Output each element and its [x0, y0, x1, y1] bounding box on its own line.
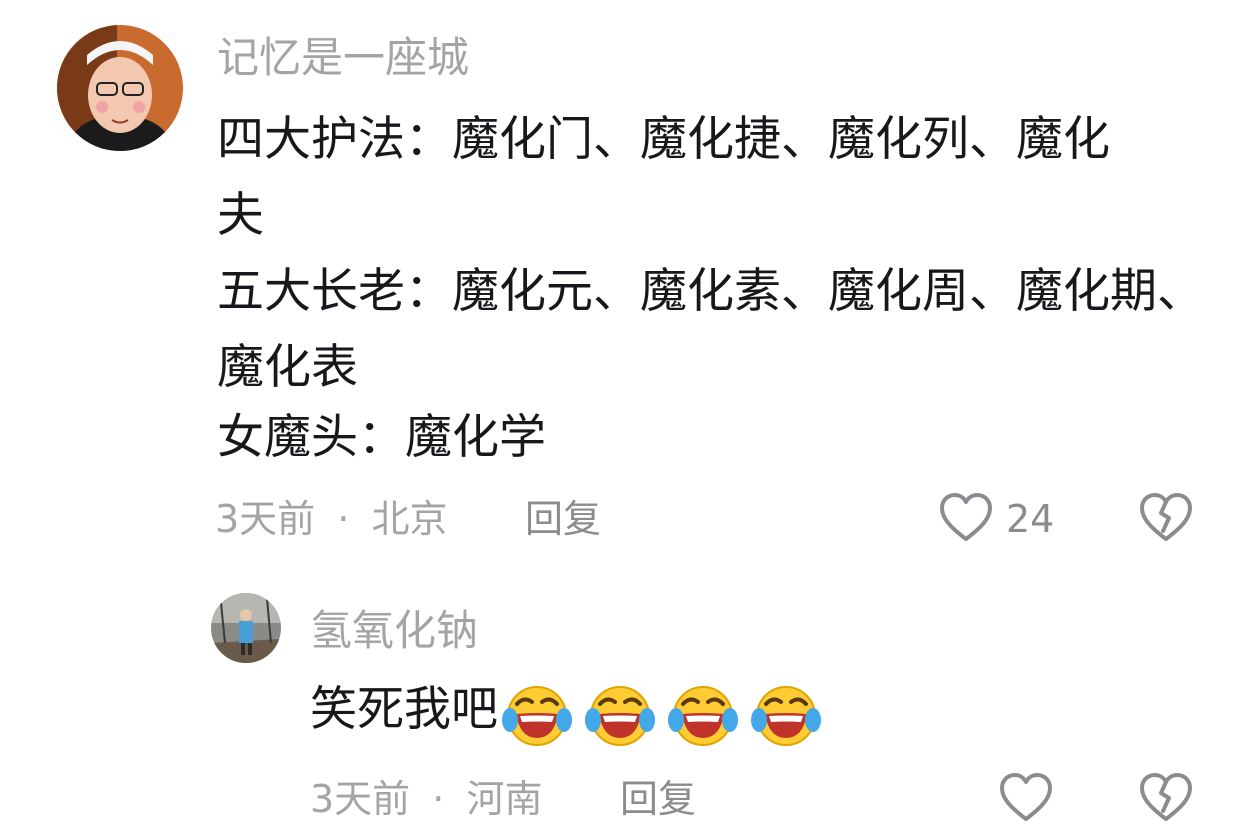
- reply-button[interactable]: 回复: [620, 774, 696, 824]
- comment-meta: 3天前 · 河南: [310, 774, 542, 824]
- comment-text-content: 笑死我吧: [310, 682, 498, 737]
- comment-text: 笑死我吧: [310, 672, 821, 751]
- heart-icon[interactable]: [938, 491, 994, 543]
- avatar[interactable]: [57, 25, 183, 151]
- meta-separator: ·: [337, 497, 350, 541]
- comment-text-line: 五大长老：魔化元、魔化素、魔化周、魔化期、: [217, 264, 1204, 319]
- laugh-cry-emoji-icon: [750, 686, 821, 746]
- comment-text-line: 女魔头：魔化学: [217, 410, 546, 465]
- comment-text-line: 夫: [217, 188, 264, 243]
- location: 河南: [466, 777, 543, 821]
- laugh-cry-emoji-icon: [584, 686, 655, 746]
- laugh-cry-emoji-icon: [667, 686, 738, 746]
- username[interactable]: 氢氧化钠: [310, 603, 478, 659]
- laugh-cry-emoji-icon: [502, 686, 572, 746]
- avatar[interactable]: [211, 593, 281, 663]
- broken-heart-icon[interactable]: [1138, 491, 1194, 543]
- comment-thread: 记忆是一座城 四大护法：魔化门、魔化捷、魔化列、魔化 夫 五大长老：魔化元、魔化…: [0, 0, 1260, 836]
- timestamp: 3天前: [215, 497, 316, 541]
- reply-button[interactable]: 回复: [525, 494, 601, 544]
- like-count: 24: [1006, 497, 1055, 541]
- username[interactable]: 记忆是一座城: [217, 30, 469, 86]
- emoji-group: [502, 675, 821, 751]
- meta-separator: ·: [432, 777, 445, 821]
- broken-heart-icon[interactable]: [1138, 771, 1194, 823]
- comment-meta: 3天前 · 北京: [215, 494, 447, 544]
- comment-text-line: 四大护法：魔化门、魔化捷、魔化列、魔化: [217, 112, 1110, 167]
- timestamp: 3天前: [310, 777, 411, 821]
- heart-icon[interactable]: [998, 771, 1054, 823]
- comment-text-line: 魔化表: [217, 340, 358, 395]
- location: 北京: [371, 497, 448, 541]
